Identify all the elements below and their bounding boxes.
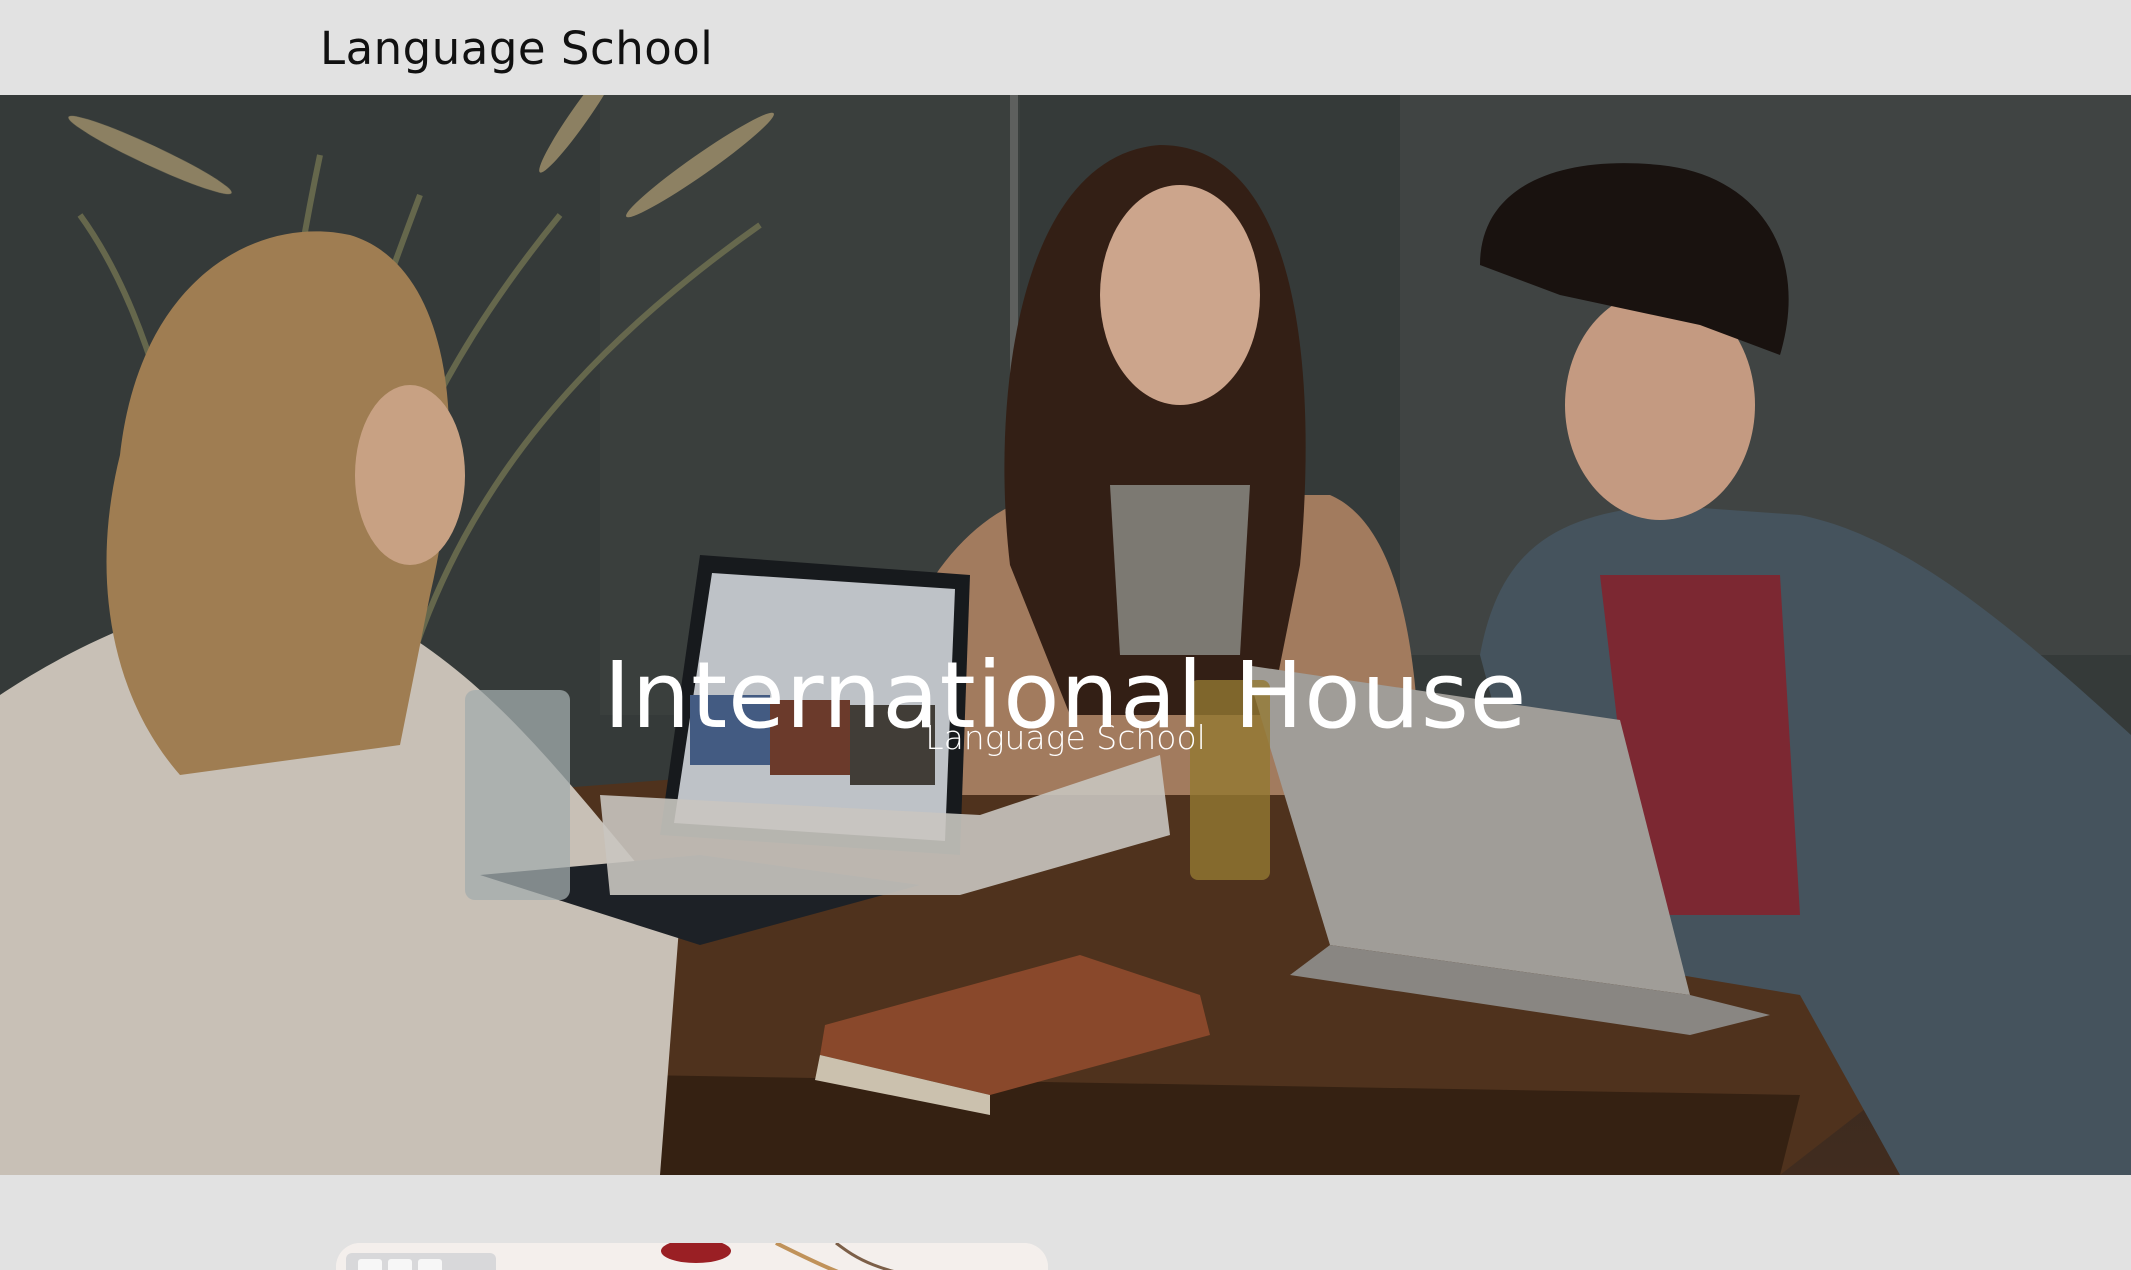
hero-banner: International House Language School [0,95,2131,1175]
hero-photo [0,95,2131,1175]
desk-photo [336,1243,1048,1270]
site-brand[interactable]: Language School [320,22,713,75]
site-header: Language School [0,0,2131,95]
hero-subtitle: Language School [925,718,1206,757]
content-section [0,1175,2131,1270]
section-image [336,1243,1048,1270]
